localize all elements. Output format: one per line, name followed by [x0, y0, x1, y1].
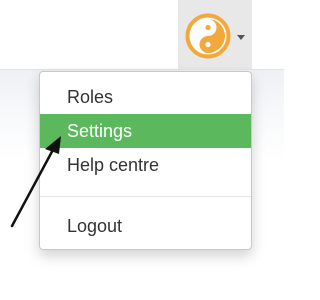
- user-menu-toggle[interactable]: [178, 0, 252, 69]
- menu-item-logout[interactable]: Logout: [40, 209, 251, 243]
- caret-down-icon: [237, 35, 245, 40]
- user-dropdown-menu: Roles Settings Help centre Logout: [39, 71, 252, 250]
- menu-item-help-centre[interactable]: Help centre: [40, 148, 251, 182]
- yin-yang-icon: [185, 13, 231, 59]
- menu-item-settings[interactable]: Settings: [40, 114, 251, 148]
- menu-item-roles[interactable]: Roles: [40, 80, 251, 114]
- top-navbar: [0, 0, 284, 70]
- menu-divider: [40, 196, 251, 197]
